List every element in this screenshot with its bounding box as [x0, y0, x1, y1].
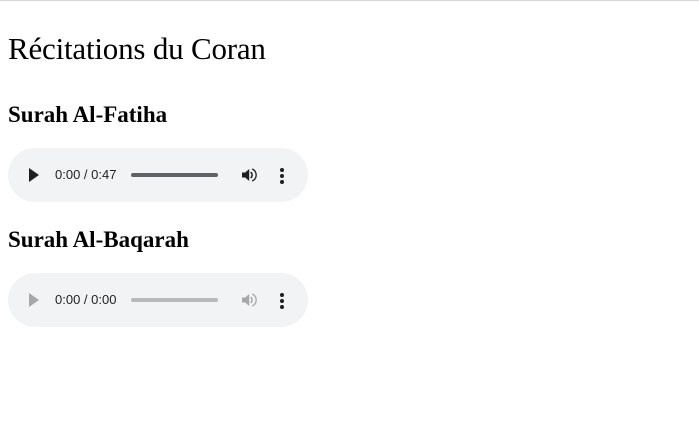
volume-icon[interactable]	[241, 292, 259, 308]
time-display: 0:00 / 0:00	[55, 292, 117, 307]
play-icon[interactable]	[29, 168, 39, 182]
progress-bar[interactable]	[131, 298, 218, 302]
section-title-baqarah: Surah Al-Baqarah	[8, 227, 189, 252]
top-border	[0, 0, 699, 1]
time-display: 0:00 / 0:47	[55, 167, 117, 182]
more-vertical-icon[interactable]	[274, 290, 290, 310]
audio-player-baqarah[interactable]: 0:00 / 0:00	[8, 273, 308, 327]
progress-bar[interactable]	[131, 173, 218, 177]
section-title-fatiha: Surah Al-Fatiha	[8, 102, 168, 127]
page-title: Récitations du Coran	[8, 31, 266, 66]
volume-icon[interactable]	[241, 167, 259, 183]
more-vertical-icon[interactable]	[274, 165, 290, 185]
audio-player-fatiha[interactable]: 0:00 / 0:47	[8, 148, 308, 202]
play-icon[interactable]	[29, 293, 39, 307]
